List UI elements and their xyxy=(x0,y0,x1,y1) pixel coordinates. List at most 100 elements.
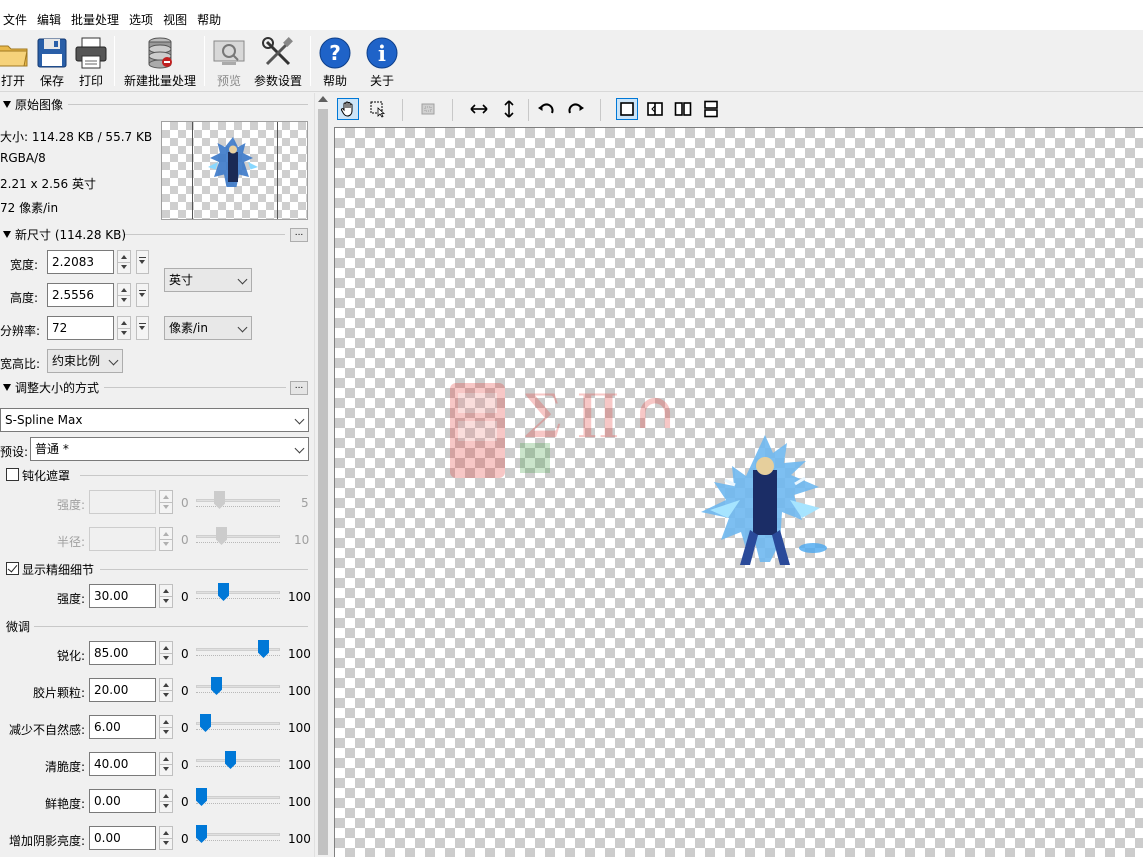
fine-detail-strength-spinner[interactable] xyxy=(159,584,173,608)
finetune-spinner[interactable] xyxy=(159,826,173,850)
aspect-select[interactable]: 约束比例 xyxy=(47,349,123,373)
slider-max: 5 xyxy=(301,496,309,510)
height-spinner[interactable] xyxy=(117,283,131,307)
fine-detail-strength-slider[interactable] xyxy=(196,583,280,603)
save-button[interactable]: 保存 xyxy=(36,32,68,90)
single-pane-icon xyxy=(620,102,634,116)
resolution-spinner[interactable] xyxy=(117,316,131,340)
preview-button[interactable]: 预览 xyxy=(212,32,246,90)
finetune-input[interactable]: 20.00 xyxy=(89,678,156,702)
finetune-slider[interactable] xyxy=(196,714,280,734)
print-button[interactable]: 打印 xyxy=(75,32,107,90)
menu-options[interactable]: 选项 xyxy=(129,10,160,30)
pan-tool-button[interactable] xyxy=(337,98,359,120)
rotate-left-button[interactable] xyxy=(535,98,557,120)
fine-detail-checkbox[interactable] xyxy=(6,562,19,575)
rotate-right-button[interactable] xyxy=(565,98,587,120)
top-bottom-button[interactable] xyxy=(700,98,722,120)
finetune-input[interactable]: 85.00 xyxy=(89,641,156,665)
width-input[interactable]: 2.2083 xyxy=(47,250,114,274)
finetune-spinner[interactable] xyxy=(159,678,173,702)
method-more-button[interactable]: ... xyxy=(290,381,308,395)
finetune-spinner[interactable] xyxy=(159,715,173,739)
open-button[interactable]: 打开 xyxy=(0,32,30,90)
original-image-header[interactable]: 原始图像 xyxy=(0,95,63,113)
single-view-button[interactable] xyxy=(616,98,638,120)
finetune-input[interactable]: 40.00 xyxy=(89,752,156,776)
resize-method-header[interactable]: 调整大小的方式 xyxy=(0,378,99,396)
panel-scrollbar[interactable] xyxy=(314,93,331,857)
split-view-button[interactable] xyxy=(644,98,666,120)
finetune-input[interactable]: 6.00 xyxy=(89,715,156,739)
chevron-down-icon xyxy=(237,274,248,285)
svg-text:i: i xyxy=(378,41,386,66)
collapse-triangle-icon xyxy=(3,383,11,391)
menu-help[interactable]: 帮助 xyxy=(197,10,228,30)
finetune-spinner[interactable] xyxy=(159,789,173,813)
finetune-slider[interactable] xyxy=(196,788,280,808)
new-size-more-button[interactable]: ... xyxy=(290,228,308,242)
fine-detail-strength-input[interactable]: 30.00 xyxy=(89,584,156,608)
unsharp-strength-input[interactable] xyxy=(89,490,156,514)
image-canvas[interactable]: ∑ ∏ ∩ xyxy=(334,127,1143,857)
original-thumbnail[interactable] xyxy=(161,121,308,220)
divider xyxy=(100,569,308,570)
algorithm-select[interactable]: S-Spline Max xyxy=(0,408,309,432)
character-sprite-image xyxy=(695,430,835,578)
finetune-spinner[interactable] xyxy=(159,641,173,665)
aspect-label: 宽高比: xyxy=(0,357,41,371)
width-preset-dropdown[interactable] xyxy=(136,250,149,274)
height-input[interactable]: 2.5556 xyxy=(47,283,114,307)
unsharp-radius-input[interactable] xyxy=(89,527,156,551)
slider-min: 0 xyxy=(181,533,189,547)
help-button[interactable]: ? 帮助 xyxy=(318,32,352,90)
side-by-side-button[interactable] xyxy=(672,98,694,120)
settings-button[interactable]: 参数设置 xyxy=(253,32,303,90)
unsharp-radius-slider[interactable] xyxy=(196,527,280,547)
slider-min: 0 xyxy=(181,590,189,604)
divider xyxy=(80,475,308,476)
new-size-header[interactable]: 新尺寸 (114.28 KB) xyxy=(0,225,126,243)
flip-horizontal-button[interactable] xyxy=(468,98,490,120)
preset-select[interactable]: 普通 * xyxy=(30,437,309,461)
resolution-preset-dropdown[interactable] xyxy=(136,316,149,340)
select-tool-button[interactable] xyxy=(367,98,389,120)
finetune-slider[interactable] xyxy=(196,825,280,845)
flip-vertical-button[interactable] xyxy=(498,98,520,120)
slider-max: 100 xyxy=(288,684,311,698)
unsharp-radius-spinner[interactable] xyxy=(159,527,173,551)
menu-batch[interactable]: 批量处理 xyxy=(71,10,126,30)
height-preset-dropdown[interactable] xyxy=(136,283,149,307)
menu-file[interactable]: 文件 xyxy=(3,10,34,30)
slider-min: 0 xyxy=(181,684,189,698)
finetune-slider[interactable] xyxy=(196,640,280,660)
database-stack-icon xyxy=(148,37,172,69)
crop-tool-button[interactable] xyxy=(417,98,439,120)
about-button[interactable]: i 关于 xyxy=(365,32,399,90)
original-resolution: 72 像素/in xyxy=(0,201,59,215)
scrollbar-thumb[interactable] xyxy=(318,109,328,855)
unsharp-strength-slider[interactable] xyxy=(196,491,280,511)
finetune-spinner[interactable] xyxy=(159,752,173,776)
resolution-unit-select[interactable]: 像素/in xyxy=(164,316,252,340)
menu-view[interactable]: 视图 xyxy=(163,10,194,30)
unit-select[interactable]: 英寸 xyxy=(164,268,252,292)
rotate-right-icon xyxy=(568,103,584,114)
slider-max: 100 xyxy=(288,647,311,661)
finetune-slider[interactable] xyxy=(196,677,280,697)
menu-edit[interactable]: 编辑 xyxy=(37,10,68,30)
unsharp-mask-label: 钝化遮罩 xyxy=(22,469,71,483)
resolution-input[interactable]: 72 xyxy=(47,316,114,340)
scroll-up-arrow-icon[interactable] xyxy=(318,96,328,102)
new-batch-button[interactable]: 新建批量处理 xyxy=(121,32,199,90)
finetune-slider[interactable] xyxy=(196,751,280,771)
unsharp-mask-checkbox[interactable] xyxy=(6,468,19,481)
tools-icon xyxy=(262,37,293,66)
original-size: 大小: 114.28 KB / 55.7 KB xyxy=(0,130,153,144)
rotate-left-icon xyxy=(538,103,554,114)
unsharp-strength-spinner[interactable] xyxy=(159,490,173,514)
finetune-input[interactable]: 0.00 xyxy=(89,826,156,850)
width-spinner[interactable] xyxy=(117,250,131,274)
finetune-input[interactable]: 0.00 xyxy=(89,789,156,813)
svg-text:∑ ∏ ∩: ∑ ∏ ∩ xyxy=(525,384,675,440)
